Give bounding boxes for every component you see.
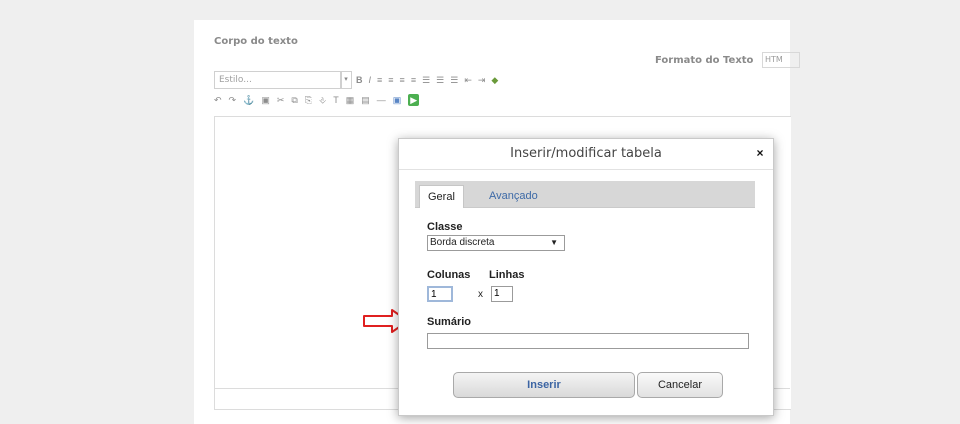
align-justify-icon[interactable]: ≡ — [411, 74, 416, 86]
close-icon[interactable]: × — [753, 146, 767, 160]
align-left-icon[interactable]: ≡ — [377, 74, 382, 86]
image-icon[interactable]: ▣ — [393, 94, 402, 106]
colunas-input[interactable]: 1 — [427, 286, 453, 302]
insert-table-dialog: Inserir/modificar tabela × Geral Avançad… — [398, 138, 774, 416]
format-icon[interactable]: ◆ — [491, 74, 498, 86]
toolbar-row-1: B I ≡ ≡ ≡ ≡ ☰ ☰ ☰ ⇤ ⇥ ◆ — [356, 74, 498, 86]
horizontal-rule-icon[interactable]: — — [377, 94, 386, 106]
editor-title: Corpo do texto — [214, 36, 298, 47]
text-icon[interactable]: T — [333, 94, 339, 106]
classe-select[interactable]: Borda discreta ▼ — [427, 235, 565, 251]
bold-icon[interactable]: B — [356, 74, 363, 86]
indent-icon[interactable]: ⇥ — [478, 74, 486, 86]
align-right-icon[interactable]: ≡ — [400, 74, 405, 86]
sumario-label: Sumário — [427, 316, 472, 328]
classe-label: Classe — [427, 221, 463, 233]
outdent-icon[interactable]: ⇤ — [464, 74, 472, 86]
classe-value: Borda discreta — [430, 237, 495, 248]
style-select[interactable]: Estilo... — [214, 71, 342, 89]
toolbar-row-2: ↶ ↷ ⚓ ▣ ✂ ⧉ ⎘ ⎀ T ▦ ▤ — ▣ ▶ — [214, 94, 420, 106]
cancel-button[interactable]: Cancelar — [637, 372, 723, 398]
tab-geral[interactable]: Geral — [419, 185, 464, 208]
dialog-tab-bar: Geral Avançado — [415, 181, 755, 208]
numbered-list-icon[interactable]: ☰ — [436, 74, 444, 86]
format-select[interactable]: HTM — [762, 52, 800, 68]
table-props-icon[interactable]: ▤ — [361, 94, 370, 106]
media-icon[interactable]: ▶ — [408, 94, 420, 106]
edit-icon[interactable]: ▣ — [261, 94, 270, 106]
chevron-down-icon: ▼ — [550, 238, 558, 247]
paste-text-icon[interactable]: ⎀ — [319, 94, 326, 106]
format-label: Formato do Texto — [655, 55, 754, 66]
style-dropdown-icon[interactable]: ▾ — [340, 71, 352, 89]
cut-icon[interactable]: ✂ — [277, 94, 285, 106]
italic-icon[interactable]: I — [369, 74, 372, 86]
anchor-icon[interactable]: ⚓ — [243, 94, 254, 106]
list-icon[interactable]: ☰ — [450, 74, 458, 86]
copy-icon[interactable]: ⧉ — [291, 94, 297, 106]
dimension-separator: x — [478, 289, 483, 300]
colunas-label: Colunas — [427, 269, 471, 281]
align-center-icon[interactable]: ≡ — [388, 74, 393, 86]
paste-icon[interactable]: ⎘ — [305, 94, 312, 106]
linhas-input[interactable]: 1 — [491, 286, 513, 302]
undo-icon[interactable]: ↶ — [214, 94, 222, 106]
sumario-input[interactable] — [427, 333, 749, 349]
redo-icon[interactable]: ↷ — [229, 94, 237, 106]
bullet-list-icon[interactable]: ☰ — [422, 74, 430, 86]
tab-avancado[interactable]: Avançado — [481, 185, 546, 207]
table-icon[interactable]: ▦ — [346, 94, 355, 106]
insert-button[interactable]: Inserir — [453, 372, 635, 398]
linhas-label: Linhas — [489, 269, 525, 281]
dialog-title: Inserir/modificar tabela — [399, 139, 773, 170]
